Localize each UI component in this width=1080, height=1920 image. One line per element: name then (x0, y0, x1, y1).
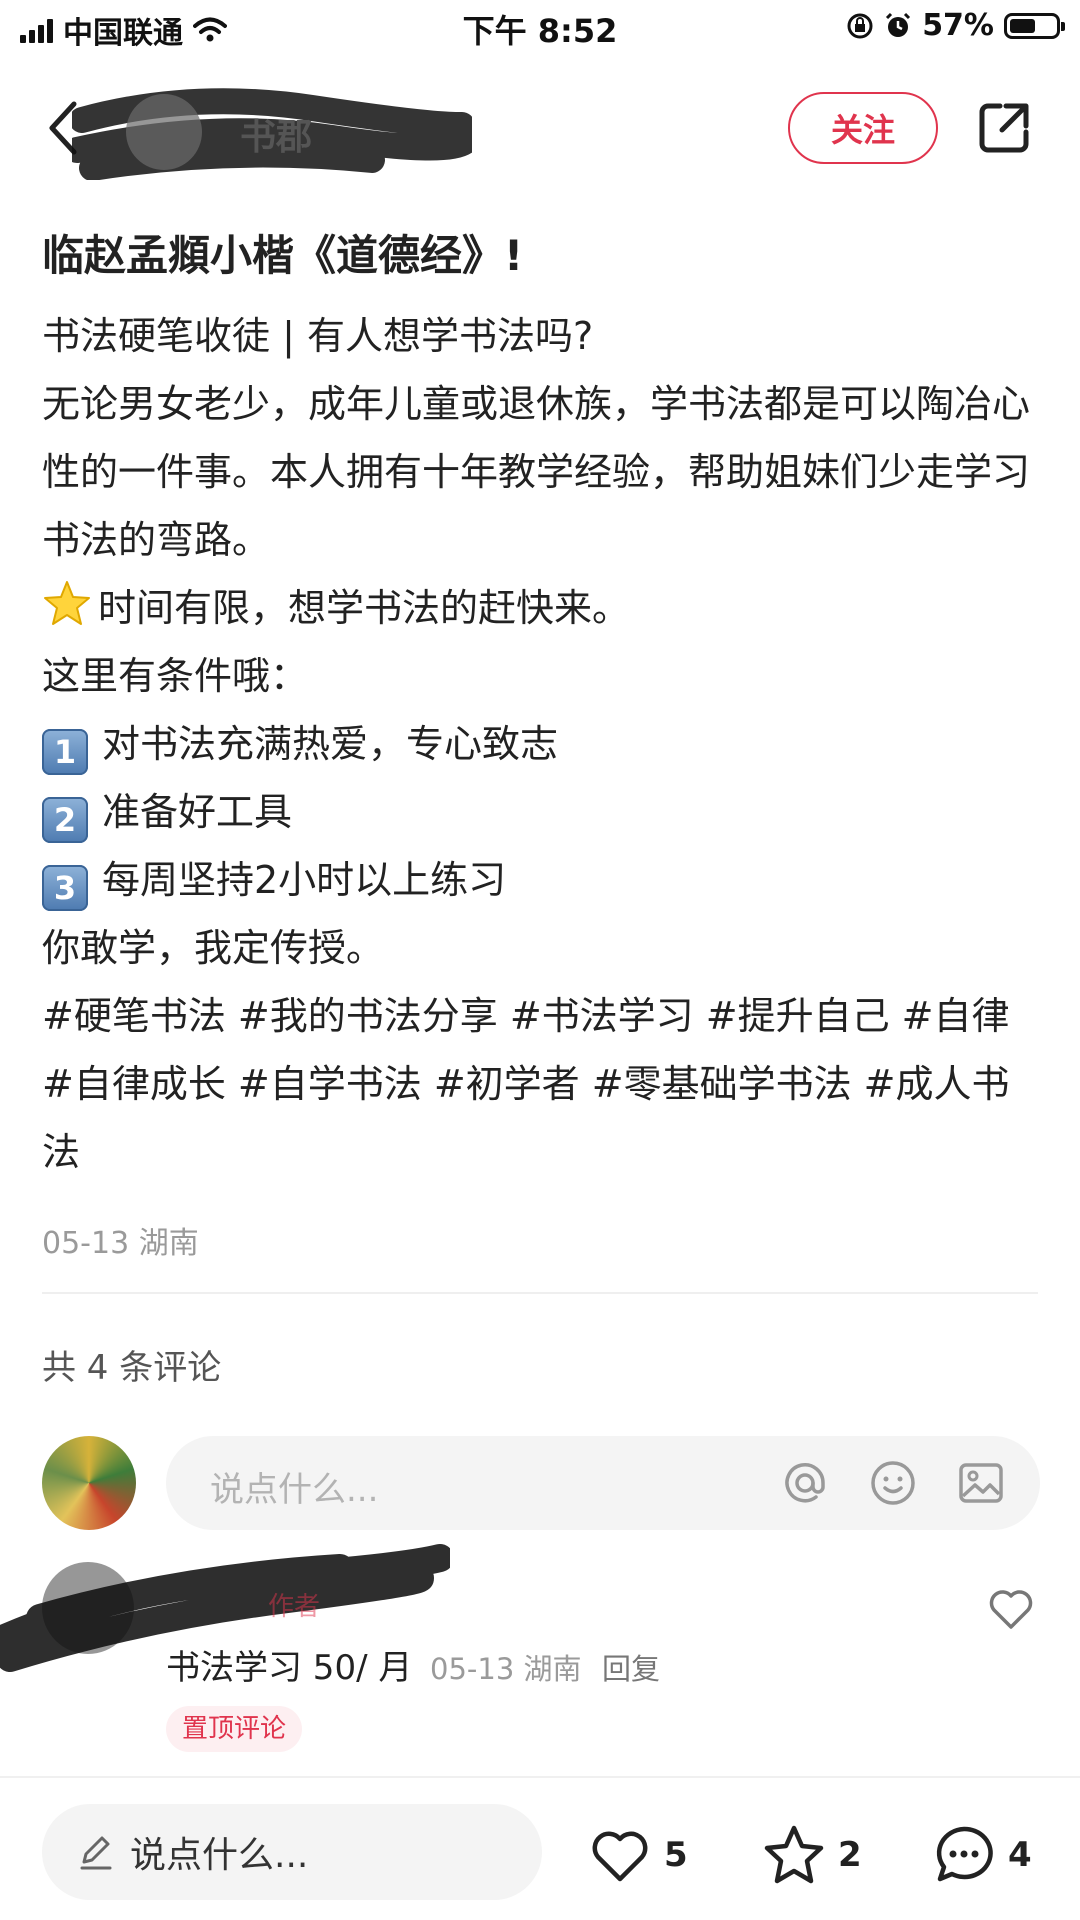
conditions-intro: 这里有条件哦： (42, 654, 309, 698)
status-right-group: 57% (846, 8, 1065, 43)
comment-text: 书法学习 50/ 月 (166, 1648, 413, 1688)
post-line: 书法硬笔收徒 | 有人想学书法吗? (42, 314, 594, 358)
bottom-input-placeholder[interactable]: 说点什么... (130, 1826, 308, 1878)
pencil-icon (80, 1836, 112, 1870)
post-paragraph: 无论男女老少，成年儿童或退休族，学书法都是可以陶冶心性的一件事。本人拥有十年教学… (42, 382, 1031, 562)
comment-heart-icon[interactable] (986, 1584, 1036, 1634)
image-icon[interactable] (954, 1456, 1008, 1510)
star-line-text: 时间有限，想学书法的赶快来。 (98, 586, 631, 630)
emoji-icon[interactable] (866, 1456, 920, 1510)
follow-button[interactable]: 关注 (788, 92, 938, 164)
divider (0, 1776, 1080, 1778)
condition-text: 准备好工具 (102, 790, 293, 834)
comment-button[interactable]: 4 (932, 1820, 1032, 1890)
user-avatar[interactable] (42, 1436, 136, 1530)
comment-input-placeholder[interactable]: 说点什么... (210, 1462, 378, 1511)
condition-text: 对书法充满热爱，专心致志 (102, 722, 559, 766)
heart-icon (592, 1831, 648, 1882)
post-title: 临赵孟頫小楷《道德经》! (42, 231, 524, 280)
star-icon (44, 581, 90, 625)
comment-meta: 05-13 湖南 (430, 1652, 582, 1686)
keycap-one-icon: 1 (42, 729, 88, 775)
post-body: 书法硬笔收徒 | 有人想学书法吗? 无论男女老少，成年儿童或退休族，学书法都是可… (42, 302, 1042, 1186)
condition-item: 1 对书法充满热爱，专心致志 (42, 710, 1042, 778)
like-button[interactable]: 5 (588, 1820, 688, 1890)
rotation-lock-icon (847, 13, 873, 38)
mention-icon[interactable] (778, 1456, 832, 1510)
author-name[interactable]: 书郡 (240, 108, 312, 160)
battery-percent: 57% (922, 8, 994, 43)
comment-bubble-icon (936, 1826, 993, 1882)
star-outline-icon (764, 1825, 824, 1884)
post-closing: 你敢学，我定传授。 (42, 926, 385, 970)
favorite-button[interactable]: 2 (762, 1820, 862, 1890)
post-hashtags[interactable]: #硬笔书法 #我的书法分享 #书法学习 #提升自己 #自律 #自律成长 #自学书… (42, 982, 1042, 1186)
favorite-count: 2 (838, 1835, 862, 1875)
comment-count: 共 4 条评论 (42, 1348, 222, 1388)
alarm-icon (886, 12, 911, 37)
post-meta: 05-13 湖南 (42, 1226, 199, 1261)
condition-text: 每周坚持2小时以上练习 (102, 858, 507, 902)
like-count: 5 (664, 1835, 688, 1875)
post-star-line: 时间有限，想学书法的赶快来。 (42, 574, 1042, 642)
keycap-three-icon: 3 (42, 865, 88, 911)
reply-button[interactable]: 回复 (602, 1646, 660, 1688)
author-tag: 作者 (268, 1592, 321, 1622)
share-icon[interactable] (976, 100, 1032, 156)
keycap-two-icon: 2 (42, 797, 88, 843)
battery-icon (1004, 12, 1065, 39)
pinned-badge: 置顶评论 (166, 1706, 303, 1752)
divider (42, 1292, 1038, 1294)
comment-count-bottom: 4 (1008, 1835, 1032, 1875)
condition-item: 2 准备好工具 (42, 778, 1042, 846)
condition-item: 3 每周坚持2小时以上练习 (42, 846, 1042, 914)
status-bar: 中国联通 下午 8:52 57% (0, 0, 1080, 56)
